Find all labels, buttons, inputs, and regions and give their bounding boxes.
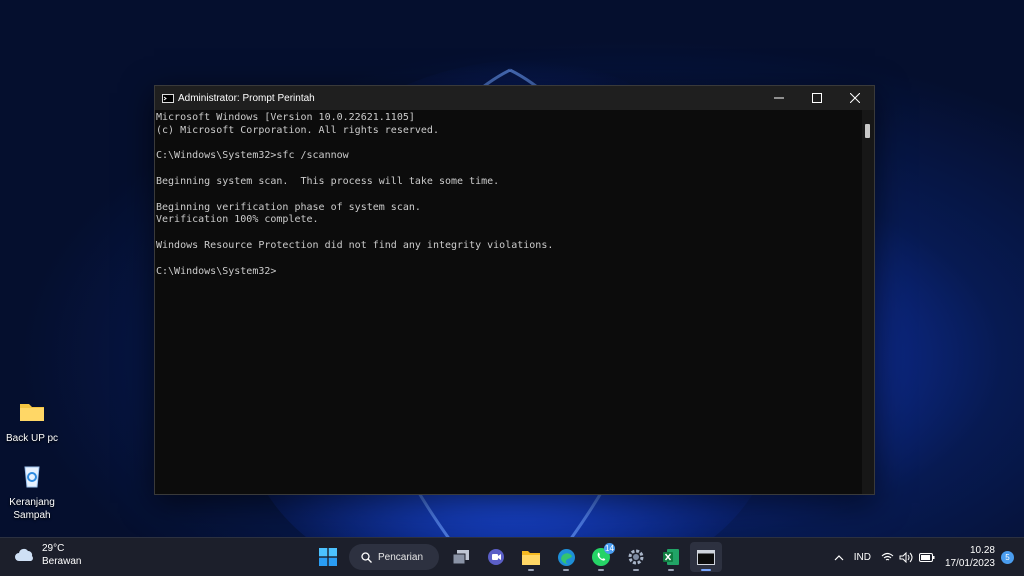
desktop-icon-backup[interactable]: Back UP pc	[0, 398, 64, 445]
window-title: Administrator: Prompt Perintah	[178, 92, 315, 104]
running-indicator	[528, 569, 534, 571]
wifi-icon	[881, 552, 894, 561]
clock[interactable]: 10.28 17/01/2023	[945, 544, 995, 570]
edge-browser-button[interactable]	[550, 542, 582, 572]
console-output[interactable]: Microsoft Windows [Version 10.0.22621.11…	[155, 110, 862, 494]
console-line: C:\Windows\System32>sfc /scannow	[156, 150, 349, 162]
console-line: Verification 100% complete.	[156, 214, 319, 226]
console-line: (c) Microsoft Corporation. All rights re…	[156, 124, 439, 136]
maximize-button[interactable]	[798, 86, 836, 110]
recycle-bin-icon	[24, 466, 40, 488]
notification-badge: 14	[604, 543, 615, 554]
search-button[interactable]: Pencarian	[349, 544, 439, 570]
task-view-button[interactable]	[445, 542, 477, 572]
console-line: Beginning verification phase of system s…	[156, 201, 421, 213]
folder-icon	[522, 550, 540, 565]
running-indicator	[598, 569, 604, 571]
console-line: Microsoft Windows [Version 10.0.22621.11…	[156, 112, 415, 123]
search-label: Pencarian	[378, 551, 424, 563]
taskbar: 29°C Berawan Pencarian 14 IND 10.28 17/0…	[0, 537, 1024, 576]
minimize-button[interactable]	[760, 86, 798, 110]
file-explorer-button[interactable]	[515, 542, 547, 572]
gear-icon	[628, 549, 644, 565]
volume-icon	[899, 551, 913, 563]
minimize-icon	[774, 97, 784, 99]
terminal-icon	[162, 93, 174, 103]
scrollbar-thumb[interactable]	[865, 124, 870, 138]
chevron-up-icon	[834, 554, 844, 560]
maximize-icon	[812, 93, 822, 103]
clock-date: 17/01/2023	[944, 558, 995, 569]
whatsapp-button[interactable]: 14	[585, 542, 617, 572]
desktop-icon-label: Keranjang Sampah	[9, 497, 55, 521]
close-icon	[850, 93, 860, 103]
show-hidden-icons-button[interactable]	[834, 554, 844, 561]
search-icon	[361, 551, 372, 563]
quick-settings-button[interactable]	[881, 551, 935, 563]
weather-temp: 29°C	[42, 543, 65, 554]
close-button[interactable]	[836, 86, 874, 110]
weather-condition: Berawan	[42, 556, 82, 567]
excel-icon	[663, 549, 679, 565]
title-bar[interactable]: Administrator: Prompt Perintah	[155, 86, 874, 110]
teams-chat-button[interactable]	[480, 542, 512, 572]
clock-time: 10.28	[969, 545, 995, 556]
console-prompt[interactable]: C:\Windows\System32>	[156, 266, 862, 279]
command-prompt-taskbar-button[interactable]	[690, 542, 722, 572]
command-prompt-window[interactable]: Administrator: Prompt Perintah Microsoft…	[154, 85, 875, 495]
console-line: Windows Resource Protection did not find…	[156, 239, 554, 251]
taskbar-apps: Pencarian 14	[312, 542, 725, 572]
running-indicator	[668, 569, 674, 571]
start-button[interactable]	[312, 542, 344, 572]
running-indicator	[633, 569, 639, 571]
battery-icon	[918, 552, 935, 562]
running-indicator	[701, 569, 711, 571]
vertical-scrollbar[interactable]	[862, 110, 874, 494]
folder-icon	[20, 404, 44, 421]
excel-button[interactable]	[655, 542, 687, 572]
desktop-icon-recycle-bin[interactable]: Keranjang Sampah	[0, 462, 64, 522]
running-indicator	[563, 569, 569, 571]
system-tray: IND 10.28 17/01/2023 5	[834, 538, 1024, 576]
cloud-icon	[15, 548, 33, 561]
task-view-icon	[452, 550, 469, 565]
settings-button[interactable]	[620, 542, 652, 572]
windows-logo-icon	[319, 548, 337, 566]
language-indicator[interactable]: IND	[854, 552, 871, 563]
desktop-icon-label: Back UP pc	[5, 433, 59, 444]
chat-icon	[488, 549, 504, 565]
console-line: Beginning system scan. This process will…	[156, 175, 500, 187]
weather-widget[interactable]: 29°C Berawan	[14, 542, 81, 568]
notification-center-badge[interactable]: 5	[1001, 550, 1014, 564]
terminal-icon	[697, 549, 715, 565]
edge-icon	[557, 548, 575, 566]
